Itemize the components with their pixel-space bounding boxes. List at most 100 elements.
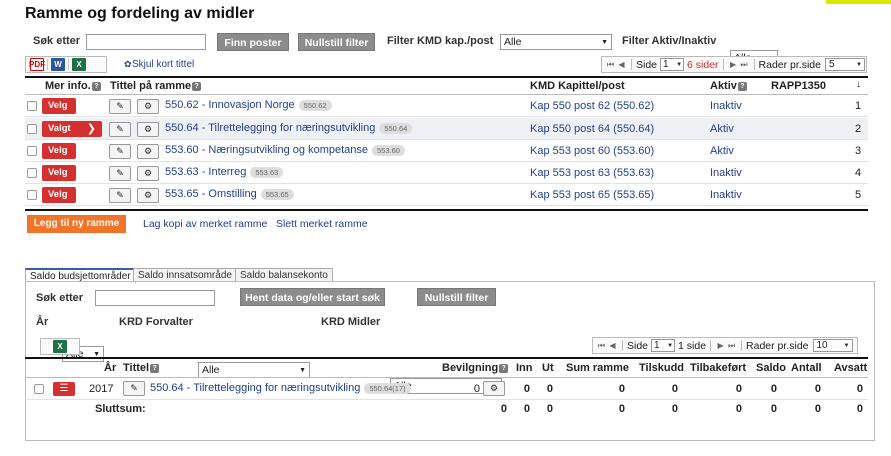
kmd-post-link[interactable]: Kap 553 post 60 (553.60) (530, 145, 654, 157)
row-checkbox[interactable] (27, 146, 37, 156)
header-kmd[interactable]: KMD Kapittel/post (530, 80, 625, 92)
fetch-data-button[interactable]: Hent data og/eller start søk (240, 288, 385, 306)
lower-reset-filter-button[interactable]: Nullstill filter (417, 288, 496, 306)
lower-header-bevilgning[interactable]: Bevilgning? (442, 362, 509, 374)
kmd-filter-select[interactable]: Alle (500, 34, 612, 50)
ramme-title-link[interactable]: 550.62 - Innovasjon Norge 550.62 (165, 99, 332, 111)
row-avsatt: 0 (856, 383, 863, 395)
gear-icon[interactable]: ⚙ (137, 144, 159, 159)
pdf-icon[interactable]: PDF (29, 58, 45, 71)
edit-pencil-icon[interactable]: ✎ (109, 122, 131, 137)
select-ramme-button[interactable]: Velg (42, 143, 76, 159)
row-number: 4 (855, 167, 862, 179)
prev-page-icon[interactable]: ◀ (616, 60, 627, 69)
rows-per-page-select[interactable]: 10 (812, 339, 853, 352)
excel-icon[interactable]: X (72, 58, 86, 71)
copy-ramme-link[interactable]: Lag kopi av merket ramme (143, 218, 267, 230)
lower-header-inn[interactable]: Inn (516, 362, 533, 374)
tab-saldo-balansekonto[interactable]: Saldo balansekonto (235, 268, 333, 282)
lower-header-tittel[interactable]: Tittel? (123, 362, 160, 374)
edit-pencil-icon[interactable]: ✎ (109, 144, 131, 159)
search-label: Søk etter (33, 35, 81, 47)
toolbar-divider (68, 59, 69, 70)
select-ramme-button[interactable]: Velg (42, 187, 76, 203)
row-checkbox[interactable] (27, 190, 37, 200)
row-tilskudd: 0 (671, 383, 678, 395)
rows-per-page-select[interactable]: 5 (824, 58, 865, 71)
header-tittel[interactable]: Tittel på ramme? (110, 80, 202, 92)
next-page-icon[interactable]: ▶ (728, 60, 739, 69)
first-page-icon[interactable]: ⏮ (596, 341, 607, 351)
lower-header-tilbakefort[interactable]: Tilbakeført (690, 362, 746, 374)
edit-pencil-icon[interactable]: ✎ (109, 188, 131, 203)
row-checkbox[interactable] (34, 384, 44, 394)
last-page-icon[interactable]: ⏭ (739, 60, 750, 70)
ramme-title-link[interactable]: 553.65 - Omstilling 553.65 (165, 188, 294, 200)
sum-saldo: 0 (770, 403, 777, 415)
gear-icon[interactable]: ⚙ (137, 166, 159, 181)
lower-search-input[interactable] (95, 290, 215, 306)
lower-header-aar[interactable]: År (104, 362, 116, 374)
row-checkbox[interactable] (27, 168, 37, 178)
prev-page-icon[interactable]: ◀ (607, 341, 618, 350)
lower-header-tilskudd[interactable]: Tilskudd (639, 362, 684, 374)
kmd-post-link[interactable]: Kap 553 post 65 (553.65) (530, 189, 654, 201)
header-rapp[interactable]: RAPP1350 (771, 80, 826, 92)
first-page-icon[interactable]: ⏮ (605, 60, 616, 70)
next-page-icon[interactable]: ▶ (715, 341, 726, 350)
hide-title-link[interactable]: Skjul kort tittel (132, 59, 194, 70)
row-checkbox[interactable] (27, 124, 37, 134)
gear-icon[interactable]: ⚙ (137, 99, 159, 114)
page-select[interactable]: 1 (660, 58, 685, 71)
edit-pencil-icon[interactable]: ✎ (123, 381, 145, 396)
lower-header-ut[interactable]: Ut (542, 362, 554, 374)
saldo-row-title[interactable]: 550.64 - Tilrettelegging for næringsutvi… (150, 382, 411, 394)
row-number: 5 (855, 189, 862, 201)
menu-icon[interactable]: ☰ (53, 382, 75, 396)
help-icon: ? (737, 81, 747, 91)
delete-ramme-link[interactable]: Slett merket ramme (276, 218, 368, 230)
header-aktiv[interactable]: Aktiv? (710, 80, 747, 92)
select-ramme-button[interactable]: Velg (42, 98, 76, 114)
aktiv-status: Aktiv (710, 123, 734, 135)
gear-icon[interactable]: ⚙ (137, 188, 159, 203)
add-ramme-button[interactable]: Legg til ny ramme (27, 215, 126, 233)
find-posts-button[interactable]: Finn poster (217, 33, 289, 51)
ramme-badge: 553.65 (260, 188, 294, 200)
tab-saldo-innsatsomrade[interactable]: Saldo innsatsområde (133, 268, 237, 282)
select-ramme-button[interactable]: Valgt ❯ (42, 121, 102, 137)
reset-filter-button[interactable]: Nullstill filter (298, 33, 375, 51)
row-checkbox[interactable] (27, 101, 37, 111)
lower-header-sum-ramme[interactable]: Sum ramme (566, 362, 629, 374)
help-icon: ? (150, 363, 160, 373)
ramme-badge: 553.60 (372, 144, 405, 156)
ramme-title-link[interactable]: 553.63 - Interreg 553.63 (165, 166, 284, 178)
select-ramme-button[interactable]: Velg (42, 165, 76, 181)
lower-header-antall[interactable]: Antall (791, 362, 822, 374)
header-mer-info[interactable]: Mer info.? (45, 80, 101, 92)
search-input[interactable] (86, 34, 206, 50)
lower-header-saldo[interactable]: Saldo (756, 362, 786, 374)
row-number: 2 (855, 123, 862, 135)
page-select[interactable]: 1 (651, 339, 676, 352)
lower-header-avsatt[interactable]: Avsatt (834, 362, 867, 374)
gear-icon[interactable]: ⚙ (483, 381, 505, 396)
kmd-post-link[interactable]: Kap 550 post 62 (550.62) (530, 100, 654, 112)
row-antall: 0 (814, 383, 821, 395)
forvalter-select[interactable]: Alle (198, 362, 310, 378)
edit-pencil-icon[interactable]: ✎ (109, 99, 131, 114)
ramme-title-link[interactable]: 553.60 - Næringsutvikling og kompetanse 5… (165, 144, 405, 156)
kmd-post-link[interactable]: Kap 553 post 63 (553.63) (530, 167, 654, 179)
kmd-post-link[interactable]: Kap 550 post 64 (550.64) (530, 123, 654, 135)
word-icon[interactable]: W (51, 58, 65, 71)
gear-icon[interactable]: ⚙ (137, 122, 159, 137)
sort-icon[interactable]: ↓ (856, 79, 861, 90)
last-page-icon[interactable]: ⏭ (726, 341, 737, 351)
row-year: 2017 (89, 383, 114, 395)
side-label: Side (627, 339, 649, 352)
sum-row: Sluttsum: 0 0 0 0 0 0 0 0 0 (25, 400, 868, 418)
lower-export-toolbar: X (40, 338, 80, 355)
edit-pencil-icon[interactable]: ✎ (109, 166, 131, 181)
ramme-title-link[interactable]: 550.64 - Tilrettelegging for næringsutvi… (165, 122, 413, 134)
excel-icon[interactable]: X (53, 340, 67, 353)
